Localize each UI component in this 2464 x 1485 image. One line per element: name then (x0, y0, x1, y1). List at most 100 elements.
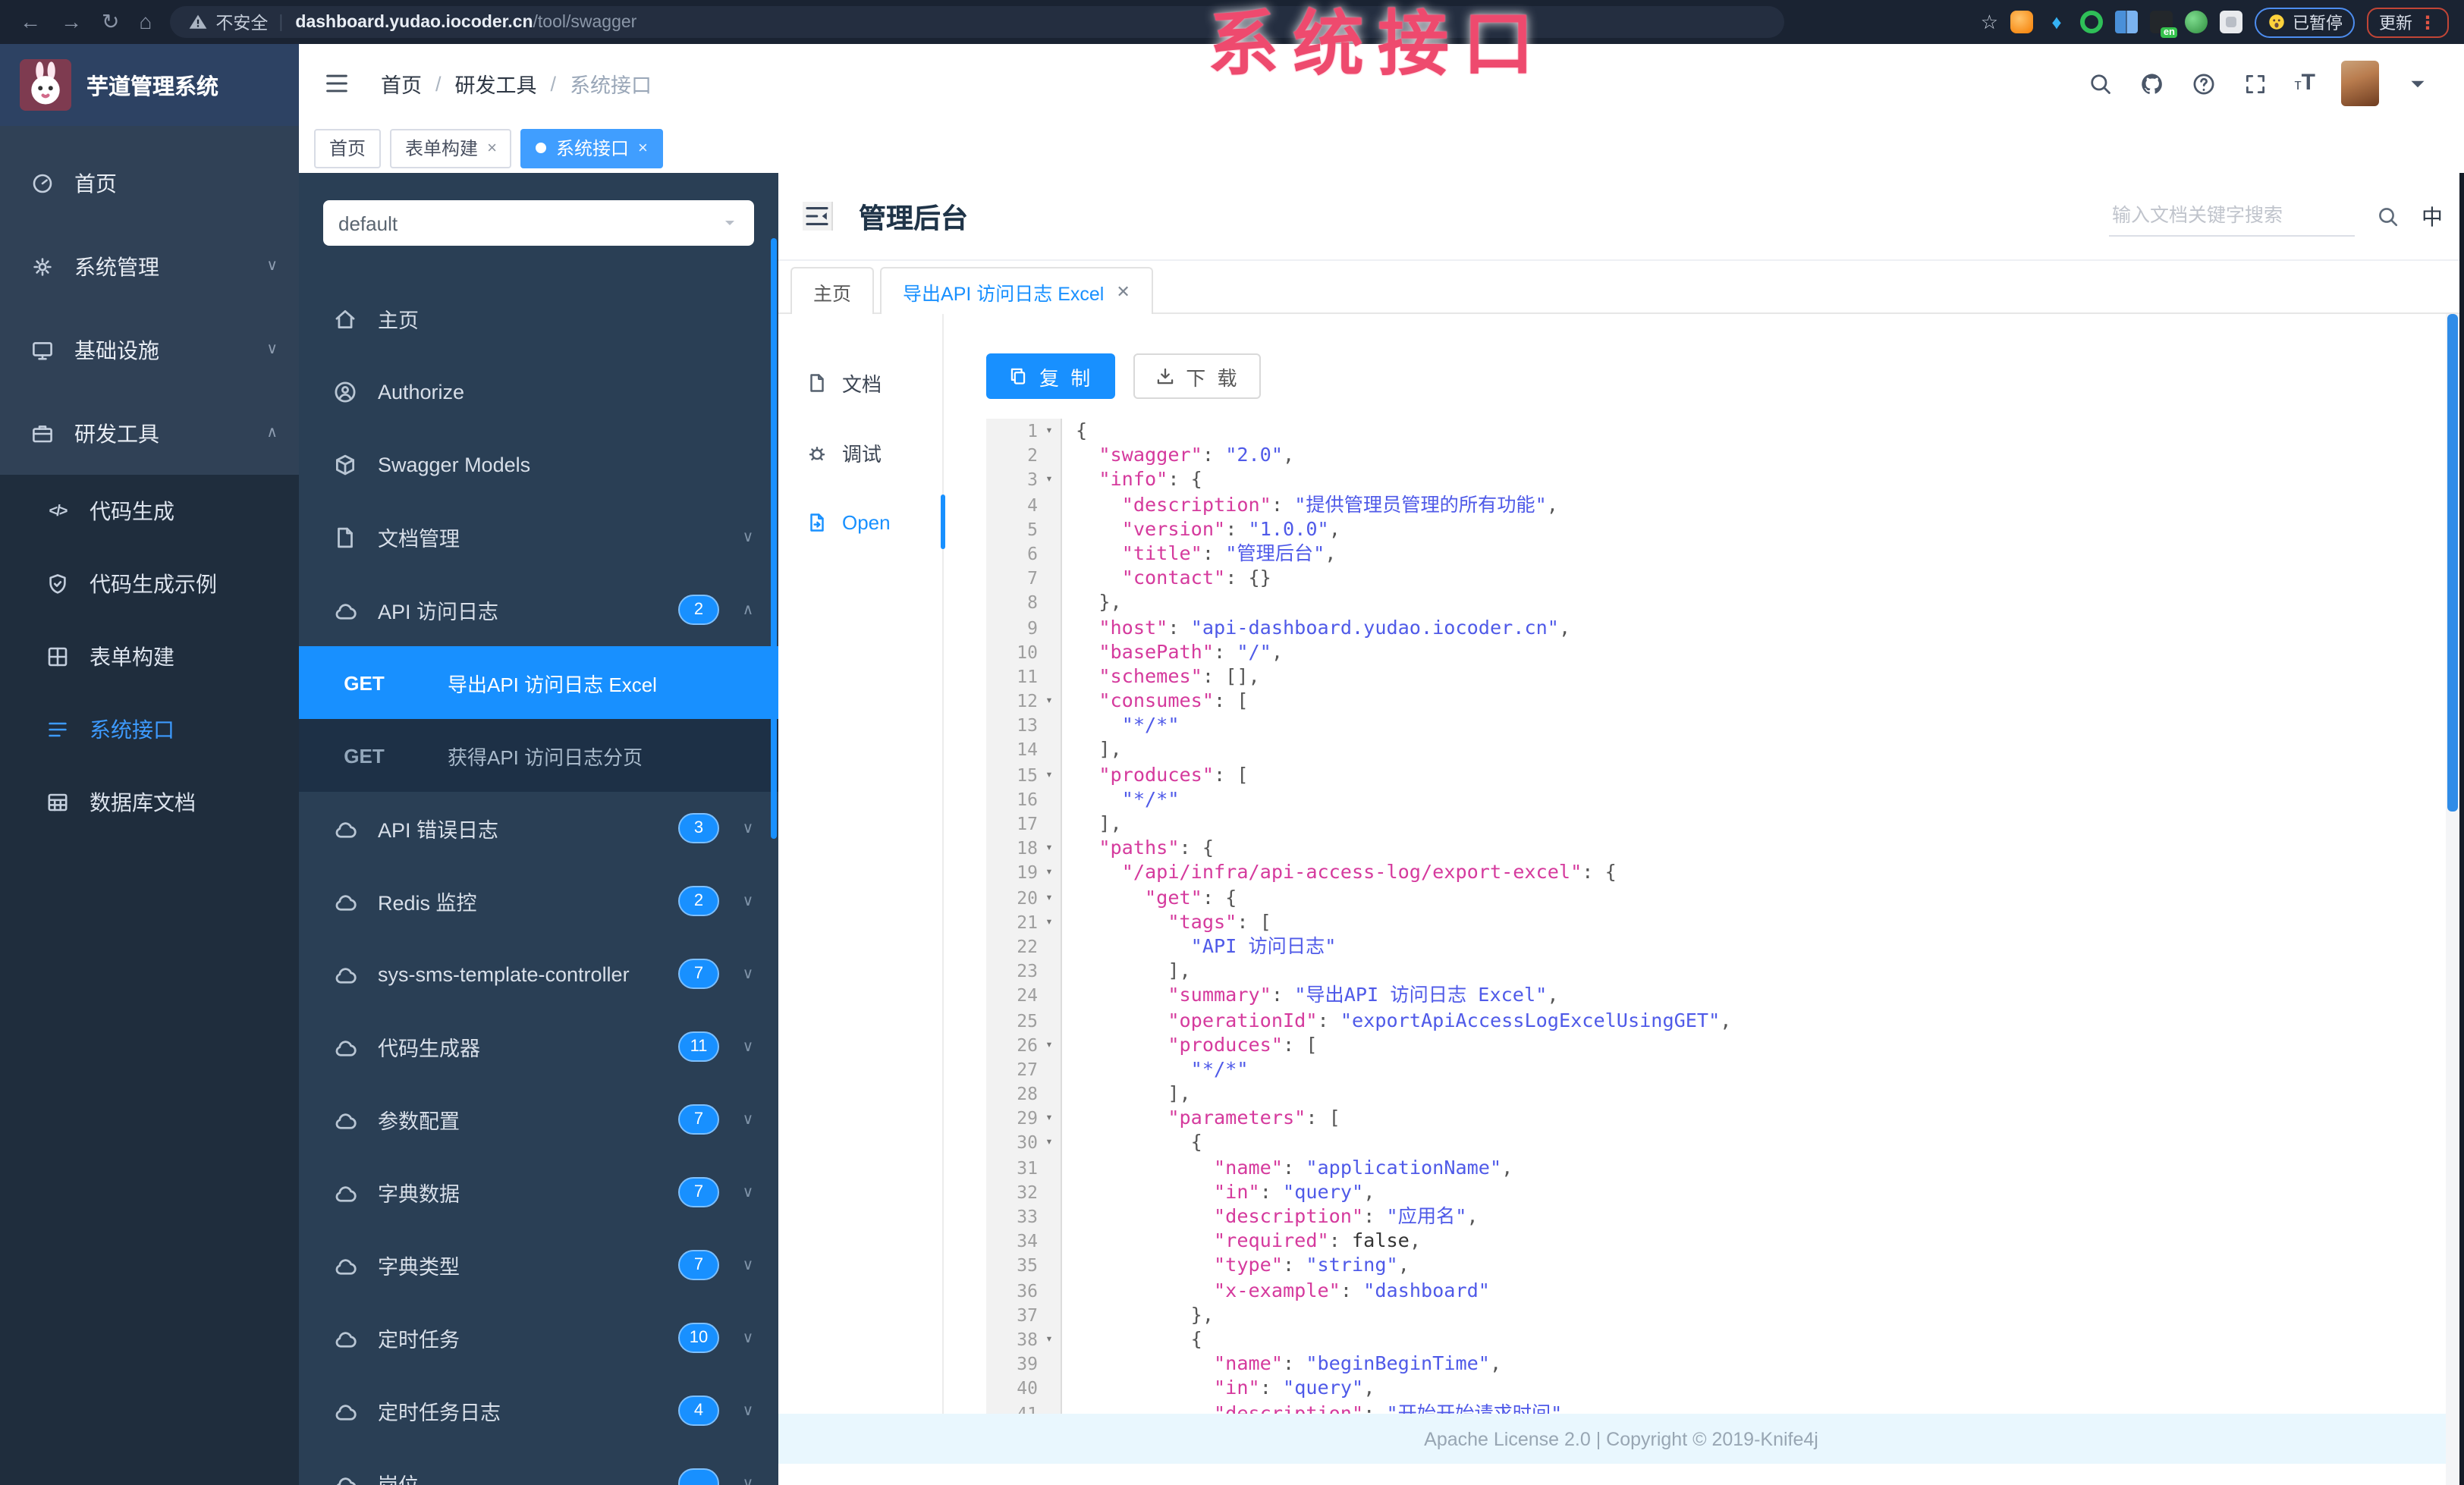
close-icon[interactable]: × (487, 139, 497, 157)
sidebar-item-代码生成[interactable]: </> 代码生成 (0, 475, 299, 548)
green-ring-extension-icon[interactable] (2080, 11, 2103, 33)
swagger-panel: default 主页 Authorize Swagger Models 文档管理 ∨ AP… (299, 173, 778, 1485)
tag-首页[interactable]: 首页 (314, 128, 382, 168)
code-line: 16 "*/*" (986, 786, 2437, 812)
swagger-menu-岗位[interactable]: 岗位 ∨ (299, 1447, 778, 1485)
fold-caret-icon[interactable]: ▾ (1038, 1326, 1062, 1352)
collapse-doc-menu-icon[interactable] (803, 202, 833, 231)
puzzle-extension-icon[interactable] (2220, 11, 2242, 33)
sidebar-item-基础设施[interactable]: 基础设施 ∨ (0, 308, 299, 391)
panel-scrollbar[interactable] (771, 238, 777, 839)
swagger-menu-主页[interactable]: 主页 (299, 282, 778, 355)
leaf-extension-icon[interactable] (2185, 11, 2208, 33)
code-line: 19 ▾ "/api/infra/api-access-log/export-ex… (986, 860, 2437, 886)
home-icon[interactable]: ⌂ (139, 0, 152, 44)
sidebar-item-代码生成示例[interactable]: 代码生成示例 (0, 548, 299, 620)
copy-button[interactable]: 复 制 (986, 353, 1115, 399)
api-item-获得API 访问日志分页[interactable]: GET 获得API 访问日志分页 (299, 719, 778, 792)
group-select[interactable]: default (323, 200, 754, 246)
mini-item-Open[interactable]: Open (778, 487, 945, 557)
swagger-menu-Swagger Models[interactable]: Swagger Models (299, 428, 778, 501)
swagger-menu-定时任务[interactable]: 定时任务 10 ∨ (299, 1301, 778, 1374)
orange-extension-icon[interactable] (2010, 11, 2033, 33)
fold-caret-icon[interactable]: ▾ (1038, 419, 1062, 444)
close-icon[interactable]: ✕ (1116, 281, 1130, 301)
reload-icon[interactable]: ↻ (102, 0, 119, 44)
openfile-icon (806, 510, 828, 533)
swagger-menu-Redis 监控[interactable]: Redis 监控 2 ∨ (299, 865, 778, 937)
browser-menu-icon[interactable]: ⋮ (2418, 11, 2437, 33)
blue-gem-extension-icon[interactable]: ♦ (2045, 11, 2068, 33)
translator-en-extension-icon[interactable] (2150, 11, 2177, 38)
close-icon[interactable]: × (638, 139, 648, 157)
github-icon[interactable] (2139, 71, 2165, 96)
fold-caret-icon[interactable]: ▾ (1038, 860, 1062, 886)
search-icon[interactable] (2088, 71, 2114, 96)
breadcrumb-item[interactable]: 首页 (381, 68, 422, 99)
swagger-menu-文档管理[interactable]: 文档管理 ∨ (299, 501, 778, 573)
collapse-sidebar-icon[interactable] (323, 70, 350, 97)
doc-search-icon[interactable] (2376, 204, 2400, 228)
language-toggle-icon[interactable]: 中 (2422, 201, 2443, 231)
swagger-menu-label: API 错误日志 (378, 819, 499, 842)
doc-search-input[interactable] (2109, 196, 2355, 237)
app-logo[interactable]: 芋道管理系统 (0, 44, 299, 126)
fold-caret-icon[interactable]: ▾ (1038, 762, 1062, 787)
update-button[interactable]: 更新 ⋮ (2367, 7, 2449, 37)
sidebar-item-首页[interactable]: 首页 (0, 141, 299, 224)
grid-extension-icon[interactable] (2115, 11, 2138, 33)
swagger-menu-定时任务日志[interactable]: 定时任务日志 4 ∨ (299, 1374, 778, 1447)
swagger-menu-API 访问日志[interactable]: API 访问日志 2 ∧ (299, 573, 778, 646)
back-icon[interactable]: ← (20, 0, 41, 44)
fold-caret-icon[interactable]: ▾ (1038, 689, 1062, 714)
tag-系统接口[interactable]: 系统接口 × (520, 128, 663, 168)
code-line: 21 ▾ "tags": [ (986, 909, 2437, 934)
sidebar-item-表单构建[interactable]: 表单构建 (0, 620, 299, 693)
fold-caret-icon[interactable]: ▾ (1038, 885, 1062, 910)
fullscreen-icon[interactable] (2242, 71, 2268, 96)
swagger-menu-代码生成器[interactable]: 代码生成器 11 ∨ (299, 1010, 778, 1083)
breadcrumb-item[interactable]: 系统接口 (570, 68, 652, 99)
gutter-spacer (1038, 664, 1062, 689)
fold-caret-icon[interactable]: ▾ (1038, 467, 1062, 493)
line-number: 30 (986, 1130, 1038, 1156)
sidebar-item-系统接口[interactable]: 系统接口 (0, 693, 299, 766)
swagger-menu-label: 定时任务 (378, 1329, 460, 1352)
dropdown-caret-icon[interactable] (2405, 71, 2431, 96)
swagger-menu-参数配置[interactable]: 参数配置 7 ∨ (299, 1083, 778, 1156)
mini-item-文档[interactable]: 文档 (778, 347, 942, 417)
code-line: 30 ▾ { (986, 1130, 2437, 1156)
paused-extension-badge[interactable]: 已暂停 (2255, 7, 2355, 37)
swagger-menu-字典类型[interactable]: 字典类型 7 ∨ (299, 1229, 778, 1301)
fold-caret-icon[interactable]: ▾ (1038, 1106, 1062, 1131)
api-item-导出API 访问日志 Excel[interactable]: GET 导出API 访问日志 Excel (299, 646, 778, 719)
bookmark-star-icon[interactable]: ☆ (1981, 10, 1998, 34)
swagger-menu-sys-sms-template-controller[interactable]: sys-sms-template-controller 7 ∨ (299, 937, 778, 1010)
json-code-editor[interactable]: 1 ▾{2 "swagger": "2.0", 3 ▾ "info": {4 "des… (986, 419, 2437, 1414)
fold-caret-icon[interactable]: ▾ (1038, 1032, 1062, 1057)
swagger-menu-API 错误日志[interactable]: API 错误日志 3 ∨ (299, 792, 778, 865)
swagger-menu-字典数据[interactable]: 字典数据 7 ∨ (299, 1156, 778, 1229)
sidebar-item-数据库文档[interactable]: 数据库文档 (0, 766, 299, 839)
line-number: 7 (986, 566, 1038, 591)
fold-caret-icon[interactable]: ▾ (1038, 836, 1062, 861)
fold-caret-icon[interactable]: ▾ (1038, 909, 1062, 934)
fold-caret-icon[interactable]: ▾ (1038, 1130, 1062, 1156)
doc-tab-导出API 访问日志 Excel[interactable]: 导出API 访问日志 Excel ✕ (880, 267, 1153, 314)
doc-icon (332, 524, 358, 550)
breadcrumb-item[interactable]: 研发工具 (455, 68, 537, 99)
font-size-icon[interactable]: тT (2294, 70, 2315, 97)
main-scrollbar-thumb[interactable] (2447, 314, 2458, 812)
swagger-menu-Authorize[interactable]: Authorize (299, 355, 778, 428)
sidebar-item-研发工具[interactable]: 研发工具 ∧ (0, 391, 299, 475)
help-icon[interactable] (2191, 71, 2217, 96)
forward-icon[interactable]: → (61, 0, 82, 44)
sidebar-item-系统管理[interactable]: 系统管理 ∨ (0, 224, 299, 308)
mini-item-调试[interactable]: 调试 (778, 417, 942, 487)
avatar[interactable] (2341, 61, 2379, 106)
doc-tab-主页[interactable]: 主页 (790, 267, 875, 314)
download-button[interactable]: 下 载 (1133, 353, 1262, 399)
swagger-menu-label: 主页 (378, 309, 419, 332)
security-label[interactable]: 不安全 (215, 10, 268, 34)
tag-表单构建[interactable]: 表单构建 × (390, 128, 512, 168)
